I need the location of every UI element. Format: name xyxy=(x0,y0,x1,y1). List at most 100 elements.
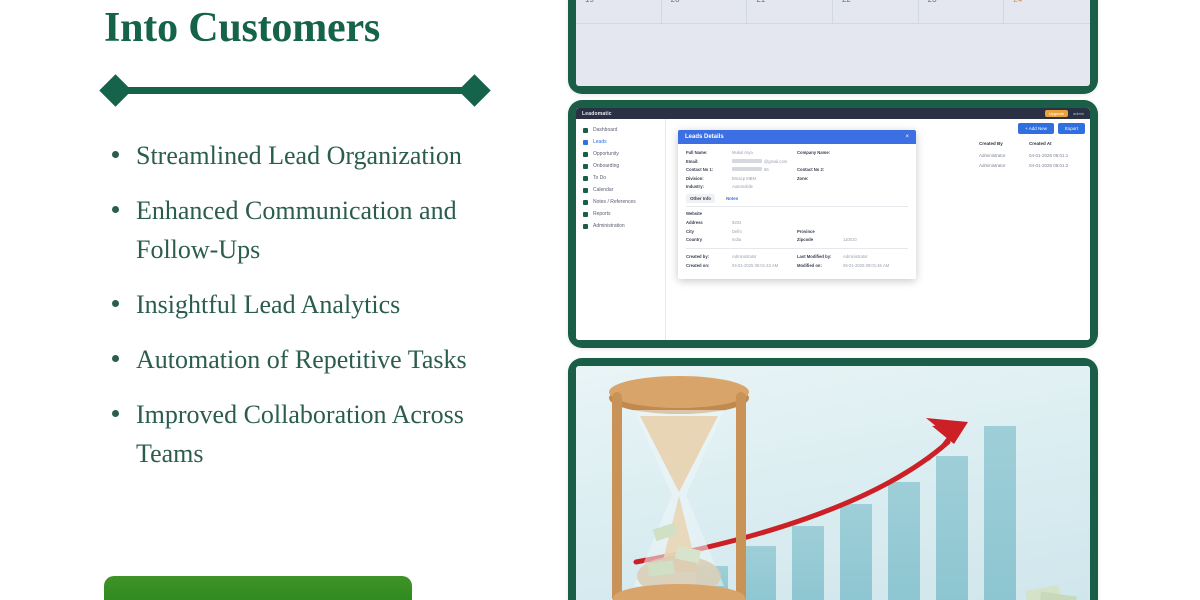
crm-screenshot-card: Leadomatic Upgrade admin Dashboard Leads… xyxy=(568,100,1098,348)
field-row: Contact No 1: 56 Contact No 2: xyxy=(686,167,908,172)
sidebar-item-reports[interactable]: Reports xyxy=(576,208,665,220)
field-label: Email: xyxy=(686,158,699,164)
list-item: Streamlined Lead Organization xyxy=(104,136,524,175)
field-label: Full Name: xyxy=(686,150,708,155)
crm-topbar: Leadomatic Upgrade admin xyxy=(576,108,1090,119)
crm-topbar-right: Upgrade admin xyxy=(1044,110,1084,117)
sidebar-item-label: Administration xyxy=(593,223,625,229)
field-city: City Delhi xyxy=(686,229,797,234)
sidebar-item-onboarding[interactable]: Onboarding xyxy=(576,160,665,172)
close-icon[interactable]: × xyxy=(905,134,909,140)
bullet-dot-icon xyxy=(112,206,119,214)
field-full-name: Full Name: Mukul Arya xyxy=(686,150,797,155)
sidebar-item-calendar[interactable]: Calendar xyxy=(576,184,665,196)
field-value: @gmail.com xyxy=(764,158,788,164)
table-row[interactable]: Administrator 04-01-2025 05:01:1 xyxy=(979,150,1085,160)
list-item: Enhanced Communication and Follow-Ups xyxy=(104,191,524,269)
redacted-block xyxy=(732,167,762,172)
leads-details-modal: Leads Details × Full Name: Mukul Arya Co… xyxy=(678,130,916,280)
column-header-created-by[interactable]: Created By xyxy=(979,141,1019,146)
sidebar-item-administration[interactable]: Administration xyxy=(576,220,665,232)
benefits-list: Streamlined Lead Organization Enhanced C… xyxy=(104,136,524,473)
sidebar-item-label: Onboarding xyxy=(593,163,620,169)
field-label: Created on: xyxy=(686,262,710,268)
field-website: Website xyxy=(686,211,797,216)
sidebar-item-label: Notes / References xyxy=(593,199,636,205)
field-row: Email: @gmail.com xyxy=(686,158,908,164)
field-value: 06-01-2025 09:01:46 AM xyxy=(843,262,890,268)
field-zone: Zone: xyxy=(797,176,908,181)
calendar-cell[interactable]: 20 xyxy=(661,0,748,24)
field-created-by: Created by: Administrator xyxy=(686,254,797,259)
user-menu-label[interactable]: admin xyxy=(1073,111,1084,116)
sidebar-item-label: Calendar xyxy=(593,187,614,193)
crm-app: Leadomatic Upgrade admin Dashboard Leads… xyxy=(576,108,1090,340)
hourglass-icon xyxy=(609,376,749,600)
divider-bar xyxy=(122,87,468,95)
onboarding-icon xyxy=(583,163,588,169)
field-created-on: Created on: 04-01-2025 05:01:43 AM xyxy=(686,263,797,268)
cell-created-by: Administrator xyxy=(979,152,1006,158)
field-label: Zone: xyxy=(797,175,809,181)
table-row[interactable]: Administrator 04-01-2025 05:01:2 xyxy=(979,160,1085,170)
growth-image-frame xyxy=(576,366,1090,600)
field-email: Email: @gmail.com xyxy=(686,158,797,164)
upgrade-badge[interactable]: Upgrade xyxy=(1044,110,1069,117)
field-label: Address xyxy=(686,219,703,225)
crm-body: Dashboard Leads Opportunity Onboarding T… xyxy=(576,119,1090,340)
sidebar-item-label: Opportunity xyxy=(593,151,619,157)
field-address: Address 9202 xyxy=(686,220,797,225)
list-item: Improved Collaboration Across Teams xyxy=(104,395,524,473)
add-new-button[interactable]: + Add New xyxy=(1018,123,1054,134)
field-spacer xyxy=(797,184,908,189)
crm-sidebar: Dashboard Leads Opportunity Onboarding T… xyxy=(576,119,666,340)
sidebar-item-todo[interactable]: To Do xyxy=(576,172,665,184)
field-label: Company Name: xyxy=(797,150,831,155)
calendar-grid: 12 13 14 15 16 17 19 20 21 22 23 24 xyxy=(576,0,1090,24)
field-modified-on: Modified on: 06-01-2025 09:01:46 AM xyxy=(797,263,908,268)
slide-root: Into Customers Streamlined Lead Organiza… xyxy=(0,0,1200,600)
field-value: 56 xyxy=(764,167,769,173)
diamond-right-icon xyxy=(458,74,491,107)
field-value: Mukul Arya xyxy=(732,150,753,155)
list-item-label: Automation of Repetitive Tasks xyxy=(136,345,467,375)
table-header-row: Created By Created At xyxy=(979,141,1085,150)
calendar-cell[interactable]: 24 xyxy=(1004,0,1090,24)
field-value: 110010 xyxy=(843,237,857,243)
redacted-block xyxy=(732,158,762,163)
field-value: 9202 xyxy=(732,219,742,225)
tab-notes[interactable]: Notes xyxy=(722,194,742,203)
calendar-cell[interactable]: 19 xyxy=(576,0,662,24)
sidebar-item-dashboard[interactable]: Dashboard xyxy=(576,124,665,136)
dashboard-icon xyxy=(583,127,588,133)
growth-illustration xyxy=(576,366,1090,600)
field-value: Bmacp MBM xyxy=(732,175,756,181)
crm-action-bar: + Add New Export xyxy=(1018,123,1085,134)
todo-icon xyxy=(583,175,588,181)
page-title: Into Customers xyxy=(104,5,381,51)
field-value: India xyxy=(732,237,742,243)
modal-divider xyxy=(686,248,908,250)
calendar-cell[interactable]: 21 xyxy=(747,0,833,24)
field-row: Industry: Automobile xyxy=(686,184,908,189)
sidebar-item-notes[interactable]: Notes / References xyxy=(576,196,665,208)
calendar-cell[interactable]: 22 xyxy=(832,0,919,24)
left-content-column: Into Customers Streamlined Lead Organiza… xyxy=(0,0,560,600)
bullet-dot-icon xyxy=(112,410,119,418)
sidebar-item-label: To Do xyxy=(593,175,607,181)
sidebar-item-leads[interactable]: Leads xyxy=(576,136,665,148)
field-label: Contact No 2: xyxy=(797,167,825,173)
field-row: Division: Bmacp MBM Zone: xyxy=(686,176,908,181)
field-contact-2: Contact No 2: xyxy=(797,167,908,172)
calendar-cell[interactable]: 23 xyxy=(918,0,1005,24)
modal-tabs: Other Info Notes xyxy=(686,194,908,208)
export-button[interactable]: Export xyxy=(1057,123,1085,134)
column-header-created-at[interactable]: Created At xyxy=(1029,141,1052,146)
field-label: Modified on: xyxy=(797,262,822,268)
field-value: 04-01-2025 05:01:43 AM xyxy=(732,262,779,268)
sidebar-item-opportunity[interactable]: Opportunity xyxy=(576,148,665,160)
bullet-dot-icon xyxy=(112,300,119,308)
cta-button[interactable] xyxy=(104,576,412,600)
money-stack-icon xyxy=(1025,585,1077,600)
tab-other-info[interactable]: Other Info xyxy=(686,194,715,204)
